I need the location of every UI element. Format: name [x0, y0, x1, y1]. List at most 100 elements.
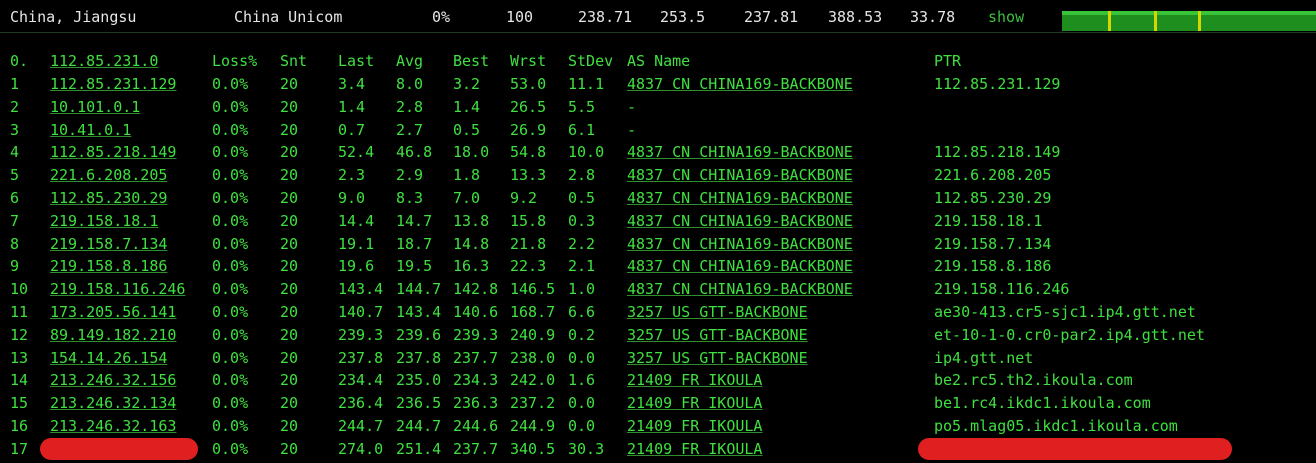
hop-ptr: 112.85.218.149 [934, 143, 1061, 162]
hop-worst: 54.8 [510, 143, 547, 162]
table-row: 15 213.246.32.134 0.0% 20 236.4 236.5 236.3 237… [0, 390, 1316, 413]
hop-as-name-link[interactable]: 21409 FR IKOULA [627, 440, 762, 458]
hop-loss: 0.0% [212, 234, 249, 253]
hop-worst: 168.7 [510, 303, 556, 321]
hop-ptr: be2.rc5.th2.ikoula.com [934, 371, 1133, 390]
hop-as-name-link[interactable]: 21409 FR IKOULA [627, 371, 762, 389]
hop-host-link[interactable]: 154.14.26.154 [50, 349, 167, 367]
hop-worst: 340.5 [510, 439, 556, 458]
hop-ptr: 112.85.231.129 [934, 75, 1061, 93]
hop-best: 1.8 [453, 166, 481, 185]
hop-last: 9.0 [338, 189, 366, 207]
hop-last: 2.3 [338, 166, 366, 185]
hop-as-name-link[interactable]: 21409 FR IKOULA [627, 417, 762, 435]
hop-as-name-link[interactable]: 4837 CN CHINA169-BACKBONE [627, 143, 853, 161]
hop-as-name-link[interactable]: 4837 CN CHINA169-BACKBONE [627, 212, 853, 230]
hop-host-link[interactable]: 112.85.231.129 [50, 75, 176, 93]
hop-host-link[interactable]: 219.158.7.134 [50, 235, 167, 253]
hop-as-name-link: - [627, 97, 637, 116]
hop-host-link[interactable]: 219.158.18.1 [50, 212, 158, 230]
hop-host-link[interactable]: 219.158.8.186 [50, 257, 167, 275]
col-num-header: 0. [10, 52, 29, 70]
hop-stdev: 0.0 [568, 394, 596, 413]
hop-host-link[interactable]: 112.85.218.149 [50, 143, 176, 161]
hop-number: 14 [10, 371, 29, 390]
hop-as-name-link[interactable]: 3257 US GTT-BACKBONE [627, 303, 808, 321]
hop-number: 3 [10, 120, 20, 139]
hop-sent: 20 [280, 234, 299, 253]
hop-avg: 2.8 [396, 97, 424, 116]
hop-worst: 53.0 [510, 75, 547, 93]
hop-ptr: 219.158.18.1 [934, 211, 1043, 230]
table-row: 16 213.246.32.163 0.0% 20 244.7 244.7 244.6 244… [0, 413, 1316, 436]
hop-best: 0.5 [453, 120, 481, 139]
hop-best: 3.2 [453, 75, 481, 93]
hop-loss: 0.0% [212, 189, 249, 207]
hop-ptr: et-10-1-0.cr0-par2.ip4.gtt.net [934, 325, 1205, 344]
hop-as-name-link[interactable]: 3257 US GTT-BACKBONE [627, 349, 808, 367]
hop-ptr: 112.85.230.29 [934, 189, 1052, 207]
hop-best: 1.4 [453, 97, 481, 116]
hop-as-name-link[interactable]: 4837 CN CHINA169-BACKBONE [627, 235, 853, 253]
hop-host-link[interactable]: 89.149.182.210 [50, 326, 176, 344]
hop-sent: 20 [280, 120, 299, 139]
sparkline-spike [1154, 11, 1157, 31]
hop-host-link[interactable]: 10.101.0.1 [50, 98, 140, 116]
hop-best: 142.8 [453, 280, 499, 299]
hop-last: 234.4 [338, 371, 384, 390]
hop-number: 8 [10, 234, 20, 253]
hop-avg: 18.7 [396, 234, 433, 253]
hop-last: 239.3 [338, 325, 384, 344]
hop-host-link[interactable]: 112.85.230.29 [50, 189, 167, 207]
hop-sent: 20 [280, 371, 299, 390]
hop-worst: 21.8 [510, 234, 547, 253]
hop-host-link[interactable]: 219.158.116.246 [50, 280, 185, 298]
col-loss-header: Loss% [212, 52, 258, 70]
hop-avg: 235.0 [396, 371, 442, 390]
sparkline-spike [1108, 11, 1111, 31]
hop-host-link[interactable]: 221.6.208.205 [50, 166, 167, 184]
hop-host-link[interactable]: 213.246.32.134 [50, 394, 176, 412]
hop-stdev: 30.3 [568, 439, 605, 458]
hop-best: 7.0 [453, 189, 481, 207]
hop-host-link[interactable]: 213.246.32.156 [50, 371, 176, 389]
hop-avg: 244.7 [396, 417, 442, 435]
hop-as-name-link[interactable]: 21409 FR IKOULA [627, 394, 762, 412]
hop-stdev: 0.0 [568, 417, 596, 435]
summary-bar: China, Jiangsu China Unicom 0% 100 238.7… [0, 0, 1316, 33]
hop-ptr: 219.158.116.246 [934, 280, 1070, 299]
hop-as-name-link[interactable]: 3257 US GTT-BACKBONE [627, 326, 808, 344]
hop-worst: 26.9 [510, 120, 547, 139]
hop-loss: 0.0% [212, 303, 249, 321]
hop-number: 17 [10, 439, 29, 458]
hop-host-link[interactable]: 10.41.0.1 [50, 121, 131, 139]
table-header-row: 0. 112.85.231.0 Loss% Snt Last Avg Best … [0, 48, 1316, 71]
hop-avg: 237.8 [396, 348, 442, 367]
hop-avg: 144.7 [396, 280, 442, 299]
hop-ptr: ip4.gtt.net [934, 348, 1034, 367]
hop-host-link[interactable]: 173.205.56.141 [50, 303, 176, 321]
table-row: 10 219.158.116.246 0.0% 20 143.4 144.7 142.8 14… [0, 276, 1316, 299]
hop-host-link[interactable]: 213.246.32.163 [50, 417, 176, 435]
hop-stdev: 6.1 [568, 120, 596, 139]
hop-number: 1 [10, 75, 20, 93]
col-host-header[interactable]: 112.85.231.0 [50, 52, 158, 70]
hop-as-name-link[interactable]: 4837 CN CHINA169-BACKBONE [627, 166, 853, 184]
hop-as-name-link[interactable]: 4837 CN CHINA169-BACKBONE [627, 257, 853, 275]
table-row: 9 219.158.8.186 0.0% 20 19.6 19.5 16.3 22.3 2.1 4… [0, 253, 1316, 276]
hop-sent: 20 [280, 257, 299, 276]
traceroute-table: 0. 112.85.231.0 Loss% Snt Last Avg Best … [0, 40, 1316, 463]
hop-as-name-link[interactable]: 4837 CN CHINA169-BACKBONE [627, 75, 853, 93]
hop-last: 52.4 [338, 143, 375, 162]
hop-stdev: 1.0 [568, 280, 596, 299]
hop-as-name-link[interactable]: 4837 CN CHINA169-BACKBONE [627, 280, 853, 298]
show-link[interactable]: show [988, 8, 1024, 26]
col-stdev-header: StDev [568, 52, 614, 70]
sparkline-spike [1198, 11, 1201, 31]
hop-avg: 46.8 [396, 143, 433, 162]
hop-sent: 20 [280, 303, 299, 321]
hop-as-name-link[interactable]: 4837 CN CHINA169-BACKBONE [627, 189, 853, 207]
hop-number: 10 [10, 280, 29, 299]
hop-stdev: 11.1 [568, 75, 605, 93]
col-avg-header: Avg [396, 52, 424, 70]
